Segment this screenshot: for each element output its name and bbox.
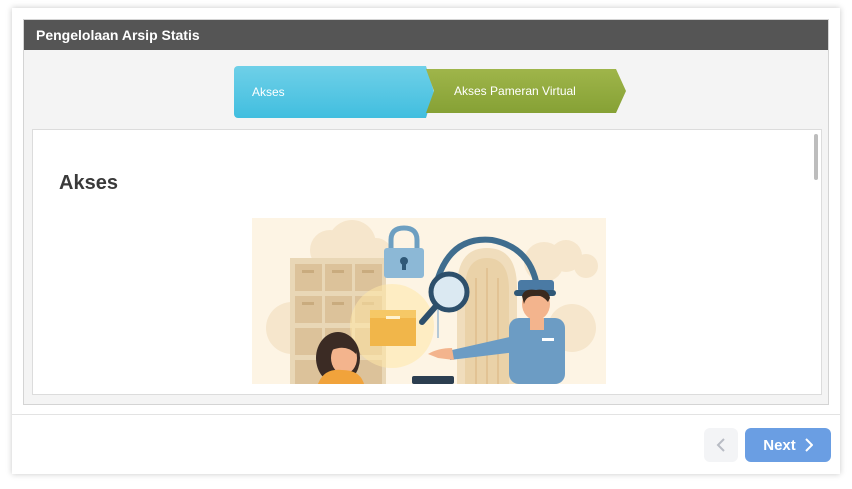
next-button[interactable]: Next	[745, 428, 831, 462]
footer-divider	[12, 414, 840, 415]
content-scrollbar[interactable]	[814, 134, 818, 180]
wizard-panel: Pengelolaan Arsip Statis Akses Akses Pam…	[23, 19, 829, 405]
chevron-right-icon	[805, 438, 813, 452]
chevron-left-icon	[716, 438, 725, 452]
content-title: Akses	[59, 172, 118, 194]
previous-button[interactable]	[704, 428, 738, 462]
wizard-card: Pengelolaan Arsip Statis Akses Akses Pam…	[12, 8, 840, 474]
step-akses[interactable]: Akses	[234, 66, 434, 118]
panel-title: Pengelolaan Arsip Statis	[24, 20, 828, 50]
archive-access-illustration	[252, 218, 606, 384]
step-akses-pameran-virtual[interactable]: Akses Pameran Virtual	[426, 69, 626, 113]
content-area: Akses	[32, 129, 822, 395]
next-button-label: Next	[763, 436, 796, 454]
